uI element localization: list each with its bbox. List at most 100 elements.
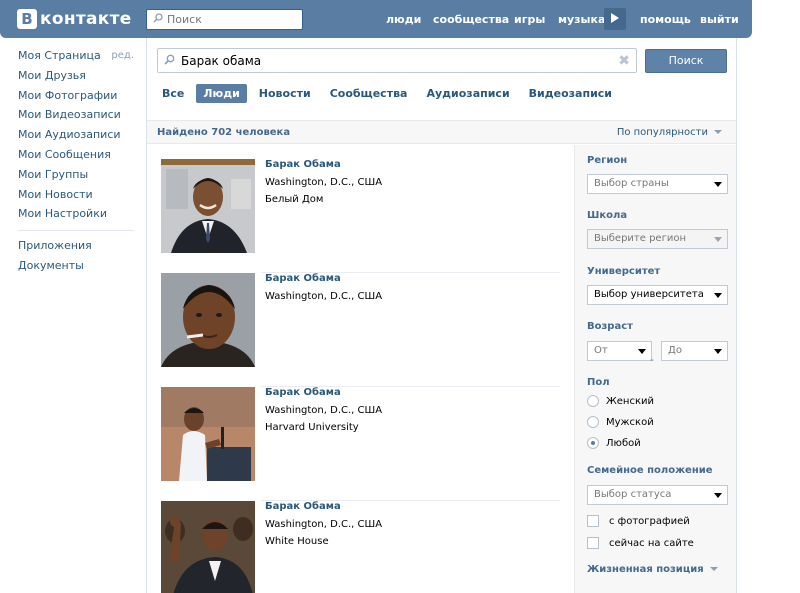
age-from-select[interactable]: От — [587, 341, 652, 361]
sidebar-item-groups[interactable]: Мои Группы — [18, 165, 134, 185]
gender-option-any[interactable]: Любой — [587, 437, 641, 449]
result-name-link[interactable]: Барак Обама — [265, 159, 341, 170]
gender-option-male[interactable]: Мужской — [587, 416, 654, 428]
search-result: Барак Обама Washington, D.C., США — [161, 273, 560, 387]
search-result: Барак Обама Washington, D.C., США Harvar… — [161, 387, 560, 501]
results-summary-bar: Найдено 702 человека По популярности — [147, 120, 736, 144]
sidebar-item-friends[interactable]: Мои Друзья — [18, 66, 134, 86]
people-search-box[interactable]: ✖ — [157, 48, 637, 73]
search-result: Барак Обама Washington, D.C., США Белый … — [161, 159, 560, 273]
result-photo[interactable] — [161, 159, 255, 253]
age-dash: - — [650, 353, 654, 366]
chevron-down-icon — [709, 567, 718, 571]
results-count: Найдено 702 человека — [157, 127, 291, 138]
checkbox-label: с фотографией — [609, 515, 690, 527]
chevron-down-icon — [714, 493, 722, 498]
nav-games[interactable]: игры — [514, 13, 545, 26]
result-name-link[interactable]: Барак Обама — [265, 273, 341, 284]
tab-news[interactable]: Новости — [252, 84, 318, 103]
age-from-value: От — [594, 345, 608, 356]
search-button[interactable]: Поиск — [645, 49, 727, 73]
chevron-down-icon — [714, 237, 722, 242]
family-status-value: Выбор статуса — [594, 489, 672, 500]
radio-button[interactable] — [587, 395, 599, 407]
sidebar-item-settings[interactable]: Мои Настройки — [18, 204, 134, 224]
people-search-input[interactable] — [181, 53, 611, 68]
age-to-select[interactable]: До — [661, 341, 728, 361]
chevron-down-icon — [714, 349, 722, 354]
result-workplace: Harvard University — [265, 422, 359, 433]
sort-dropdown[interactable]: По популярности — [617, 127, 722, 138]
with-photo-checkbox[interactable]: с фотографией — [587, 515, 690, 527]
radio-button[interactable] — [587, 416, 599, 428]
filter-school-label: Школа — [587, 210, 628, 221]
nav-logout[interactable]: выйти — [700, 13, 739, 26]
life-position-toggle[interactable]: Жизненная позиция — [587, 564, 718, 575]
search-icon — [164, 54, 175, 68]
left-sidebar: Моя Страница ред. Мои Друзья Мои Фотогра… — [18, 46, 134, 276]
chevron-down-icon — [638, 349, 646, 354]
search-tabs: Все Люди Новости Сообщества Аудиозаписи … — [155, 84, 624, 103]
sidebar-item-audio[interactable]: Мои Аудиозаписи — [18, 125, 134, 145]
sidebar-item-label: Моя Страница — [18, 49, 101, 62]
nav-communities[interactable]: сообщества — [433, 13, 509, 26]
school-select[interactable]: Выберите регион — [587, 229, 728, 249]
vk-logo[interactable]: B контакте — [17, 8, 132, 30]
filter-region-label: Регион — [587, 155, 628, 166]
top-header: B контакте люди сообщества игры музыка п… — [0, 0, 752, 38]
edit-link[interactable]: ред. — [111, 46, 134, 66]
nav-help[interactable]: помощь — [640, 13, 691, 26]
search-result: Барак Обама Washington, D.C., США White … — [161, 501, 560, 593]
filters-panel: Регион Выбор страны Школа Выберите регио… — [574, 145, 736, 593]
top-search-input[interactable] — [167, 13, 297, 26]
sidebar-item-photos[interactable]: Мои Фотографии — [18, 86, 134, 106]
result-photo[interactable] — [161, 387, 255, 481]
life-position-label: Жизненная позиция — [587, 564, 704, 575]
result-workplace: Белый Дом — [265, 194, 324, 205]
university-select[interactable]: Выбор университета — [587, 285, 728, 305]
sidebar-item-messages[interactable]: Мои Сообщения — [18, 145, 134, 165]
logo-letter: B — [17, 9, 37, 29]
age-to-value: До — [668, 345, 682, 356]
sidebar-item-videos[interactable]: Мои Видеозаписи — [18, 105, 134, 125]
nav-music[interactable]: музыка — [558, 13, 605, 26]
main-content: ✖ Поиск Все Люди Новости Сообщества Ауди… — [146, 38, 737, 593]
radio-label: Мужской — [606, 416, 654, 428]
chevron-down-icon — [714, 182, 722, 187]
family-status-select[interactable]: Выбор статуса — [587, 485, 728, 505]
tab-communities[interactable]: Сообщества — [323, 84, 415, 103]
clear-icon[interactable]: ✖ — [618, 53, 630, 69]
gender-option-female[interactable]: Женский — [587, 395, 654, 407]
sidebar-item-my-page[interactable]: Моя Страница ред. — [18, 46, 134, 66]
tab-people[interactable]: Люди — [196, 84, 247, 103]
result-name-link[interactable]: Барак Обама — [265, 387, 341, 398]
result-workplace: White House — [265, 536, 329, 547]
tab-all[interactable]: Все — [155, 84, 191, 103]
university-select-value: Выбор университета — [594, 289, 704, 300]
logo-text: контакте — [40, 9, 132, 29]
result-photo[interactable] — [161, 273, 255, 367]
checkbox[interactable] — [587, 515, 599, 527]
play-button[interactable] — [604, 8, 626, 30]
result-name-link[interactable]: Барак Обама — [265, 501, 341, 512]
chevron-down-icon — [714, 293, 722, 298]
filter-age-label: Возраст — [587, 321, 633, 332]
checkbox[interactable] — [587, 537, 599, 549]
nav-people[interactable]: люди — [386, 13, 421, 26]
top-search-box[interactable] — [146, 9, 303, 30]
tab-video[interactable]: Видеозаписи — [522, 84, 619, 103]
filter-university-label: Университет — [587, 266, 661, 277]
radio-button-selected[interactable] — [587, 437, 599, 449]
search-icon — [153, 13, 163, 26]
filter-gender-label: Пол — [587, 377, 610, 388]
online-now-checkbox[interactable]: сейчас на сайте — [587, 537, 694, 549]
sidebar-item-documents[interactable]: Документы — [18, 256, 134, 276]
radio-label: Женский — [606, 395, 654, 407]
sidebar-item-apps[interactable]: Приложения — [18, 236, 134, 256]
sidebar-item-news[interactable]: Мои Новости — [18, 185, 134, 205]
tab-audio[interactable]: Аудиозаписи — [419, 84, 516, 103]
region-select[interactable]: Выбор страны — [587, 174, 728, 194]
result-photo[interactable] — [161, 501, 255, 593]
result-city: Washington, D.C., США — [265, 291, 383, 302]
filter-family-label: Семейное положение — [587, 465, 713, 476]
